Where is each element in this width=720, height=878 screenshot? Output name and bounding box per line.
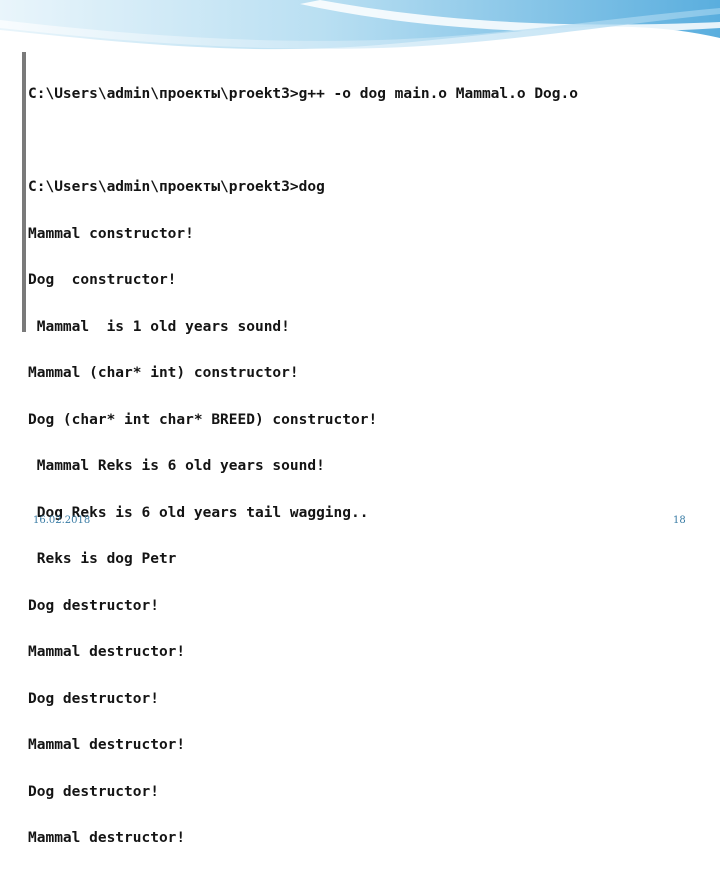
console-text: C:\Users\admin\проекты\proekt3>g++ -o do…	[26, 52, 698, 878]
console-output-screenshot: C:\Users\admin\проекты\proekt3>g++ -o do…	[22, 52, 698, 846]
slide-date: 16.02.2018	[33, 515, 91, 526]
console-line: Mammal constructor!	[28, 225, 194, 242]
console-line: Dog destructor!	[28, 783, 159, 800]
console-line: Dog constructor!	[28, 272, 177, 288]
console-line: C:\Users\admin\проекты\proekt3>g++ -o do…	[28, 86, 578, 102]
console-line: Mammal destructor!	[28, 737, 186, 753]
console-line: Mammal destructor!	[28, 644, 186, 660]
console-line: Dog Reks is 6 old years tail wagging..	[28, 504, 369, 521]
slide-page-number: 18	[673, 515, 686, 526]
console-line: Reks is dog Petr	[28, 551, 177, 567]
console-line: Mammal (char* int) constructor!	[28, 365, 299, 381]
console-line: Dog (char* int char* BREED) constructor!	[28, 411, 378, 428]
wave-decoration-graphic	[0, 0, 720, 50]
console-line: Dog destructor!	[28, 597, 159, 614]
console-line: Dog destructor!	[28, 690, 159, 707]
console-line: Mammal is 1 old years sound!	[28, 318, 290, 335]
console-line: Mammal Reks is 6 old years sound!	[28, 458, 325, 474]
console-line: Mammal destructor!	[28, 830, 186, 846]
slide-header-wave	[0, 0, 720, 60]
console-line: C:\Users\admin\проекты\proekt3>dog	[28, 179, 325, 195]
